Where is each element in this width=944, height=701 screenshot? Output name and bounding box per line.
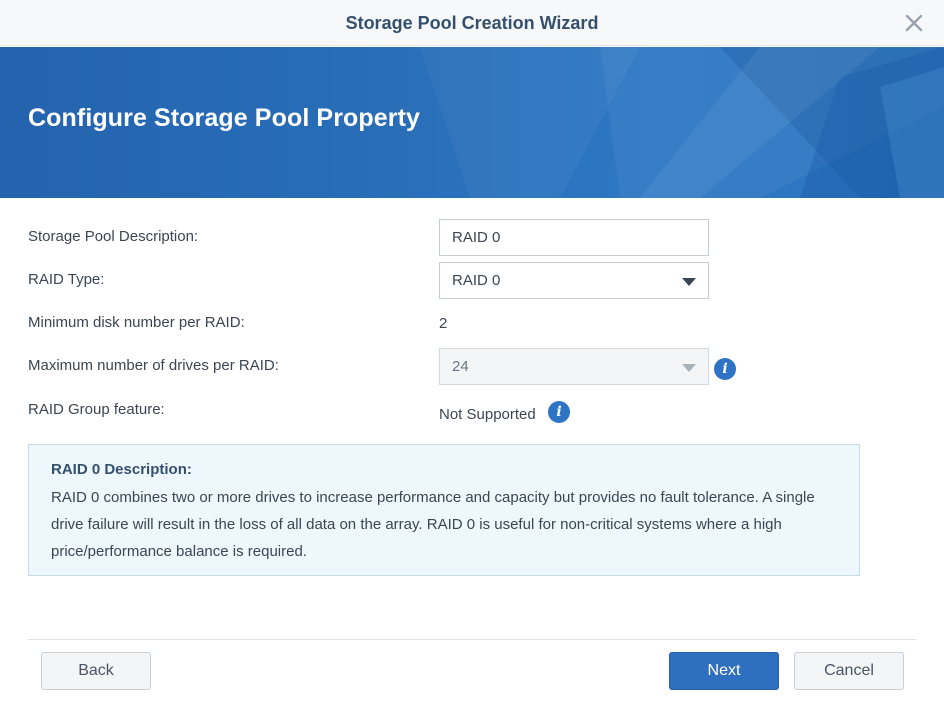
chevron-down-icon (682, 278, 696, 286)
page-heading: Configure Storage Pool Property (28, 104, 421, 132)
raid-group-value: Not Supported (439, 406, 536, 423)
footer-divider (28, 639, 916, 640)
raid-group-info-icon[interactable]: i (548, 401, 570, 423)
raid-type-label: RAID Type: (28, 271, 105, 288)
max-drives-value: 24 (452, 358, 469, 375)
wizard-banner: Configure Storage Pool Property (0, 47, 944, 198)
max-drives-info-icon[interactable]: i (714, 358, 736, 380)
description-label: Storage Pool Description: (28, 228, 199, 245)
chevron-down-icon (682, 364, 696, 372)
min-disk-label: Minimum disk number per RAID: (28, 314, 245, 331)
description-input[interactable] (439, 219, 709, 256)
window-titlebar: Storage Pool Creation Wizard (0, 0, 944, 46)
raid-description-text: RAID 0 combines two or more drives to in… (51, 489, 815, 560)
cancel-button[interactable]: Cancel (794, 652, 904, 690)
window-title: Storage Pool Creation Wizard (345, 13, 599, 33)
max-drives-label: Maximum number of drives per RAID: (28, 357, 279, 374)
back-button[interactable]: Back (41, 652, 151, 690)
min-disk-value: 2 (439, 315, 448, 332)
close-icon[interactable] (904, 13, 924, 33)
raid-description-title: RAID 0 Description: (51, 461, 192, 478)
max-drives-select: 24 (439, 348, 709, 385)
raid-group-label: RAID Group feature: (28, 401, 165, 418)
raid-type-value: RAID 0 (452, 272, 501, 289)
raid-description-box: RAID 0 Description: RAID 0 combines two … (28, 444, 860, 576)
next-button[interactable]: Next (669, 652, 779, 690)
raid-type-select[interactable]: RAID 0 (439, 262, 709, 299)
